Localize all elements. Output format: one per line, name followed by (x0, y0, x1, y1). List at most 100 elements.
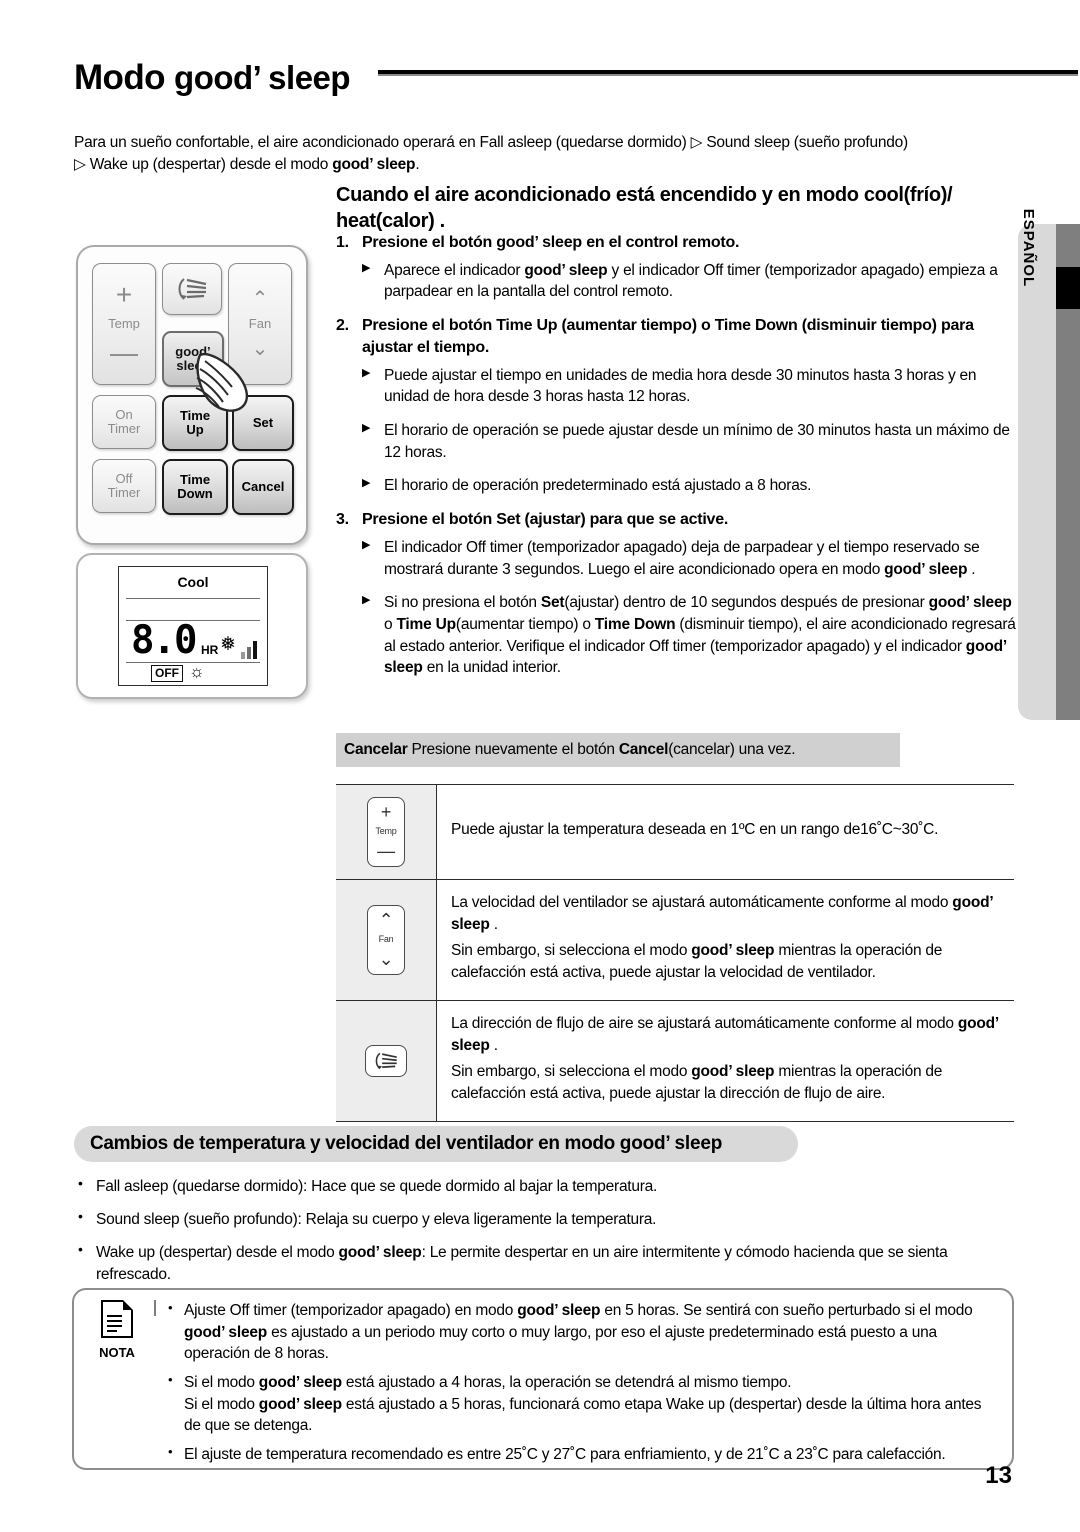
plus-icon: + (115, 279, 133, 311)
remote-off-timer-button[interactable]: Off Timer (92, 459, 156, 513)
body-text: Fall asleep (quedarse dormido): Hace que… (96, 1178, 658, 1195)
emphasis-text: Set (540, 594, 565, 612)
emphasis-text: good’ sleep (184, 1323, 268, 1341)
table-row: La dirección de flujo de aire se ajustar… (336, 1000, 1014, 1122)
icon-top-glyph: ⌃ (378, 910, 394, 931)
remote-on-timer-button[interactable]: On Timer (92, 395, 156, 449)
off-timer-line1: Off (115, 471, 133, 487)
minus-icon: — (110, 336, 138, 368)
cancel-bar-label: Cancelar (344, 741, 408, 758)
good-sleep-indicator-icon: ☼ (189, 662, 205, 681)
body-text: La dirección de flujo de aire se ajustar… (451, 1015, 958, 1032)
lcd-mode-label: Cool (177, 574, 209, 590)
page-edge-marker (1056, 267, 1080, 309)
dot-bullet-icon: • (78, 1208, 83, 1224)
step-heading-text: Presione el botón (362, 234, 497, 251)
table-row: + Temp — Puede ajustar la temperatura desea… (336, 784, 1014, 880)
fan-button-icon: ⌃ Fan ⌄ (367, 905, 405, 975)
body-text: Puede ajustar la temperatura deseada en … (451, 821, 939, 838)
icon-mid-label: Temp (375, 826, 397, 837)
body-text: . (967, 560, 976, 578)
intro-paragraph: Para un sueño confortable, el aire acond… (74, 132, 1004, 177)
table-icon-cell: ⌃ Fan ⌄ (336, 879, 437, 1001)
triangle-bullet-icon: ▶ (362, 594, 371, 607)
step-number: 2. (336, 317, 349, 335)
note-label: NOTA (99, 1345, 135, 1360)
cancel-bar-text-a: Presione nuevamente el botón (407, 741, 619, 758)
swing-icon (178, 278, 207, 300)
step-heading-brand: good’ sleep (496, 234, 583, 251)
body-text: El horario de operación se puede ajustar… (384, 422, 1010, 461)
note-list-item: • El ajuste de temperatura recomendado es… (166, 1444, 998, 1466)
step-heading-text: Presione el botón Time Up (aumentar tiem… (362, 317, 974, 356)
note-box: NOTA • Ajuste Off timer (temporizador apa… (72, 1288, 1014, 1470)
step-number: 3. (336, 511, 349, 529)
bottom-heading-text: Cambios de temperatura y velocidad del v… (90, 1133, 620, 1154)
intro-line-1: Para un sueño confortable, el aire acond… (74, 134, 908, 151)
table-text-cell: La velocidad del ventilador se ajustará … (436, 879, 1014, 1001)
emphasis-text: good’ sleep (691, 1063, 775, 1080)
cancel-label: Cancel (241, 479, 285, 495)
emphasis-text: Time Down (594, 615, 676, 633)
chevron-down-icon: ⌄ (251, 337, 269, 360)
triangle-bullet-icon: ▶ (362, 261, 371, 274)
body-text: en 5 horas. Se sentirá con sueño perturb… (600, 1302, 973, 1319)
triangle-bullet-icon: ▶ (362, 538, 371, 551)
remote-time-down-button[interactable]: Time Down (162, 459, 228, 515)
body-text: (aumentar tiempo) o (455, 615, 595, 633)
lcd-hour-unit: HR (201, 643, 219, 657)
chevron-up-icon: ⌃ (251, 288, 269, 311)
body-text: El ajuste de temperatura recomendado es … (184, 1446, 946, 1464)
note-icon-group: NOTA (86, 1300, 148, 1360)
language-tab: ESPAÑOL (1018, 209, 1056, 720)
body-text: Sin embargo, si selecciona el modo (451, 942, 692, 959)
remote-set-button[interactable]: Set (232, 395, 294, 451)
time-down-line1: Time (179, 472, 211, 488)
table-paragraph: La dirección de flujo de aire se ajustar… (451, 1013, 1004, 1057)
emphasis-text: good’ sleep (691, 942, 775, 959)
intro-line-2a: ▷ Wake up (despertar) desde el modo (74, 156, 333, 174)
table-icon-cell: + Temp — (336, 784, 437, 880)
language-tab-label: ESPAÑOL (1020, 208, 1037, 288)
emphasis-text: good’ sleep (258, 1395, 342, 1413)
step-sub-bullet: ▶ El horario de operación se puede ajusta… (336, 420, 1016, 463)
body-text: Wake up (despertar) desde el modo (96, 1244, 339, 1261)
emphasis-text: Time Up (396, 615, 456, 633)
feature-table: + Temp — Puede ajustar la temperatura desea… (336, 784, 1014, 1122)
intro-line-2b: . (415, 156, 420, 174)
dot-bullet-icon: • (168, 1372, 173, 1388)
note-list-item: • Si el modo good’ sleep está ajustado a … (166, 1372, 998, 1437)
on-timer-line2: Timer (107, 421, 141, 436)
emphasis-text: good’ sleep (258, 1374, 342, 1392)
document-page: Modo good’ sleep Para un sueño confortab… (0, 0, 1080, 1532)
icon-bottom-glyph: — (377, 840, 395, 861)
step-heading-text: Presione el botón Set (ajustar) para que… (362, 511, 729, 529)
body-text: Puede ajustar el tiempo en unidades de m… (384, 366, 977, 406)
body-text: . (489, 916, 498, 933)
remote-good-sleep-button[interactable]: good’ sleep (162, 331, 224, 387)
body-text: Sin embargo, si selecciona el modo (451, 1063, 692, 1080)
remote-fan-button[interactable]: ⌃ Fan ⌄ (228, 263, 292, 385)
page-title: Modo good’ sleep (74, 58, 351, 98)
remote-time-up-button[interactable]: Time Up (162, 395, 228, 451)
body-text: es ajustado a un periodo muy corto o muy… (184, 1323, 937, 1363)
triangle-bullet-icon: ▶ (362, 422, 371, 434)
instruction-step: 3. Presione el botón Set (ajustar) para q… (336, 509, 1016, 531)
bottom-section-heading: Cambios de temperatura y velocidad del v… (74, 1126, 798, 1162)
off-timer-line2: Timer (107, 485, 141, 500)
body-text: o (384, 615, 397, 633)
lcd-divider-1 (126, 598, 260, 600)
step-number: 1. (336, 234, 349, 251)
lcd-time-value: 8.0 (131, 618, 197, 663)
list-item: • Fall asleep (quedarse dormido): Hace qu… (74, 1175, 1014, 1198)
remote-temp-button[interactable]: + Temp — (92, 263, 156, 385)
note-divider (154, 1300, 156, 1316)
remote-swing-button[interactable] (162, 263, 222, 315)
table-paragraph: La velocidad del ventilador se ajustará … (451, 892, 1004, 936)
good-sleep-label-line1: good’ (175, 344, 211, 360)
cancel-instruction-bar: Cancelar Presione nuevamente el botón Ca… (336, 733, 900, 767)
dot-bullet-icon: • (78, 1241, 83, 1257)
step-sub-bullet: ▶ El horario de operación predeterminado … (336, 475, 1016, 497)
icon-bottom-glyph: ⌄ (378, 948, 394, 969)
remote-cancel-button[interactable]: Cancel (232, 459, 294, 515)
